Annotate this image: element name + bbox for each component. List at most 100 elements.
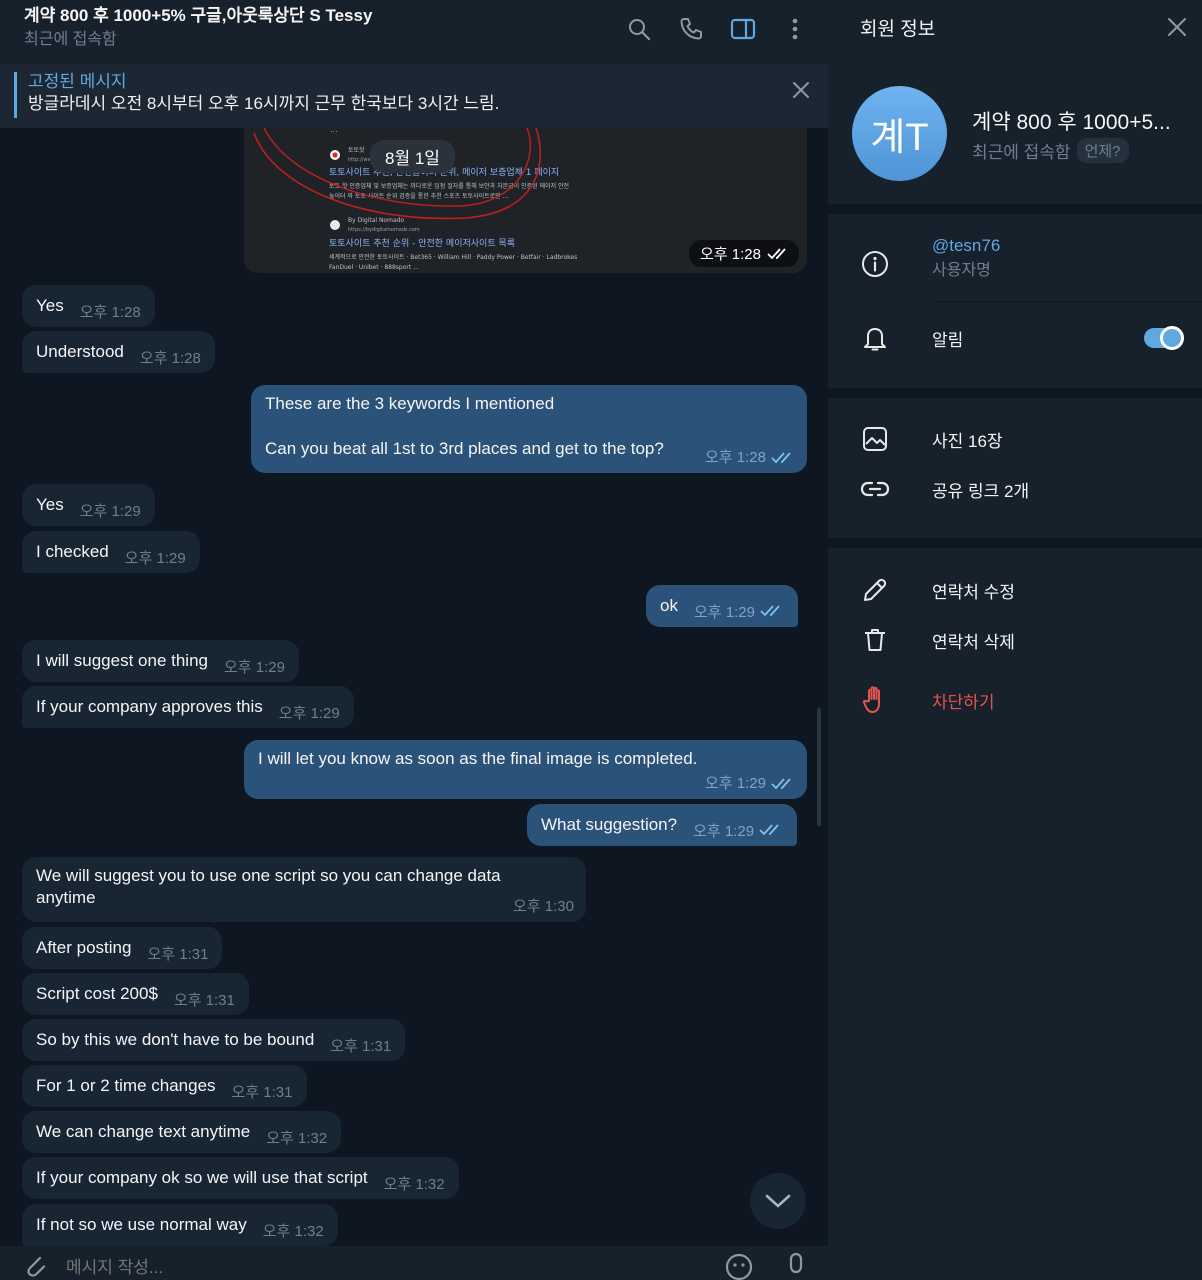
message-incoming[interactable]: Script cost 200$ 오후 1:31 <box>22 973 249 1015</box>
message-incoming[interactable]: Yes 오후 1:28 <box>22 285 155 327</box>
scroll-down-button[interactable] <box>750 1173 806 1229</box>
notifications-label: 알림 <box>932 330 964 350</box>
phone-icon <box>680 18 702 40</box>
attach-icon <box>27 1256 46 1277</box>
message-text-line-1: These are the 3 keywords I mentioned <box>265 394 555 413</box>
message-incoming[interactable]: We will suggest you to use one script so… <box>22 857 586 922</box>
attach-button[interactable] <box>22 1252 48 1280</box>
divider <box>828 538 1202 548</box>
link-icon <box>860 481 890 497</box>
last-seen-when-badge[interactable]: 언제? <box>1076 138 1129 163</box>
message-text: For 1 or 2 time changes <box>36 1076 216 1095</box>
pinned-message-bar[interactable]: 고정된 메시지 방글라데시 오전 8시부터 오후 16시까지 근무 한국보다 3… <box>0 64 828 128</box>
message-text: After posting <box>36 938 132 957</box>
message-outgoing[interactable]: I will let you know as soon as the final… <box>244 740 807 799</box>
chevron-down-icon <box>765 1194 791 1208</box>
message-incoming[interactable]: I will suggest one thing 오후 1:29 <box>22 640 299 682</box>
username-row[interactable]: @tesn76 사용자명 <box>828 226 1202 302</box>
notifications-toggle[interactable] <box>1144 326 1184 350</box>
avatar[interactable]: 계T <box>852 86 947 181</box>
delete-contact-row[interactable]: 연락처 삭제 <box>828 615 1202 665</box>
divider <box>828 388 1202 398</box>
message-text: Understood <box>36 342 124 361</box>
edit-contact-label: 연락처 수정 <box>932 582 1015 602</box>
message-incoming[interactable]: So by this we don't have to be bound 오후 … <box>22 1019 406 1061</box>
message-text: If your company ok so we will use that s… <box>36 1168 368 1187</box>
mic-icon <box>789 1252 803 1274</box>
screenshot-text: ... <box>330 128 338 134</box>
more-button[interactable] <box>780 14 810 44</box>
screenshot-line-8: FanDuel · Unibet · 888sport ... <box>329 264 419 271</box>
message-incoming[interactable]: For 1 or 2 time changes 오후 1:31 <box>22 1065 307 1107</box>
message-text: I checked <box>36 542 109 561</box>
message-incoming[interactable]: If not so we use normal way 오후 1:32 <box>22 1204 338 1246</box>
message-time: 오후 1:31 <box>330 1037 392 1055</box>
message-composer <box>0 1246 828 1280</box>
header-actions <box>624 14 810 44</box>
message-text: If your company approves this <box>36 697 263 716</box>
message-time: 오후 1:29 <box>79 502 141 520</box>
photos-label: 사진 16장 <box>932 431 1003 451</box>
message-text: We will suggest you to use one script so… <box>36 866 501 907</box>
message-time: 오후 1:31 <box>147 945 209 963</box>
emoji-icon <box>725 1253 753 1280</box>
chat-header[interactable]: 계약 800 후 1000+5% 구글,아웃룩상단 S Tessy 최근에 접속… <box>0 0 828 64</box>
double-check-icon <box>759 824 779 836</box>
notifications-row[interactable]: 알림 <box>828 302 1202 374</box>
date-chip: 8월 1일 <box>370 140 455 173</box>
message-incoming[interactable]: We can change text anytime 오후 1:32 <box>22 1111 342 1153</box>
pencil-icon <box>864 578 887 601</box>
screenshot-line-4: By Digital Nomado <box>348 217 404 224</box>
info-icon-wrap <box>860 249 890 279</box>
message-time: 오후 1:28 <box>705 447 795 469</box>
message-text: Script cost 200$ <box>36 984 158 1003</box>
sidebar-title: 회원 정보 <box>860 19 936 40</box>
media-section: 사진 16장 공유 링크 2개 <box>828 398 1202 538</box>
emoji-button[interactable] <box>724 1252 754 1280</box>
link-icon-wrap <box>860 474 890 504</box>
message-time-text: 오후 1:29 <box>705 775 766 792</box>
call-button[interactable] <box>676 14 706 44</box>
edit-contact-row[interactable]: 연락처 수정 <box>828 565 1202 615</box>
pinned-title: 고정된 메시지 <box>28 72 127 91</box>
pinned-close-button[interactable] <box>792 81 810 104</box>
message-time: 오후 1:28 <box>79 303 141 321</box>
info-section: @tesn76 사용자명 알림 <box>828 214 1202 388</box>
message-outgoing[interactable]: ok 오후 1:29 <box>646 585 798 627</box>
voice-button[interactable] <box>784 1252 808 1280</box>
message-time: 오후 1:29 <box>124 549 186 567</box>
photos-row[interactable]: 사진 16장 <box>828 414 1202 464</box>
block-user-row[interactable]: 차단하기 <box>828 675 1202 725</box>
pencil-icon-wrap <box>860 575 890 605</box>
message-outgoing[interactable]: These are the 3 keywords I mentioned Can… <box>251 385 807 473</box>
message-incoming[interactable]: Understood 오후 1:28 <box>22 331 215 373</box>
message-incoming[interactable]: I checked 오후 1:29 <box>22 531 200 573</box>
message-text: Yes <box>36 495 64 514</box>
message-text: So by this we don't have to be bound <box>36 1030 315 1049</box>
chat-scrollbar[interactable] <box>817 708 821 826</box>
message-text: If not so we use normal way <box>36 1215 247 1234</box>
search-button[interactable] <box>624 14 654 44</box>
message-incoming[interactable]: If your company approves this 오후 1:29 <box>22 686 354 728</box>
close-icon <box>793 82 809 98</box>
image-message[interactable]: ... 토토핫 http://ww... 토토사이트 추천, 안전놀이터 순위,… <box>244 128 807 273</box>
hand-block-icon <box>862 686 880 713</box>
message-incoming[interactable]: Yes 오후 1:29 <box>22 484 155 526</box>
info-icon <box>862 251 888 277</box>
message-incoming[interactable]: After posting 오후 1:31 <box>22 927 223 969</box>
message-time: 오후 1:32 <box>266 1129 328 1147</box>
message-time: 오후 1:29 <box>278 704 340 722</box>
toggle-sidebar-button[interactable] <box>728 14 758 44</box>
username-value: @tesn76 <box>932 236 1001 255</box>
message-input[interactable] <box>66 1258 466 1278</box>
message-incoming[interactable]: If your company ok so we will use that s… <box>22 1157 459 1199</box>
message-text: Yes <box>36 296 64 315</box>
message-time: 오후 1:31 <box>173 991 235 1009</box>
message-text: I will suggest one thing <box>36 651 208 670</box>
username-label: 사용자명 <box>932 262 991 279</box>
double-check-icon <box>760 605 780 617</box>
message-text: ok <box>660 596 678 615</box>
links-row[interactable]: 공유 링크 2개 <box>828 464 1202 514</box>
sidebar-close-button[interactable] <box>1166 16 1188 44</box>
message-outgoing[interactable]: What suggestion? 오후 1:29 <box>527 804 798 846</box>
